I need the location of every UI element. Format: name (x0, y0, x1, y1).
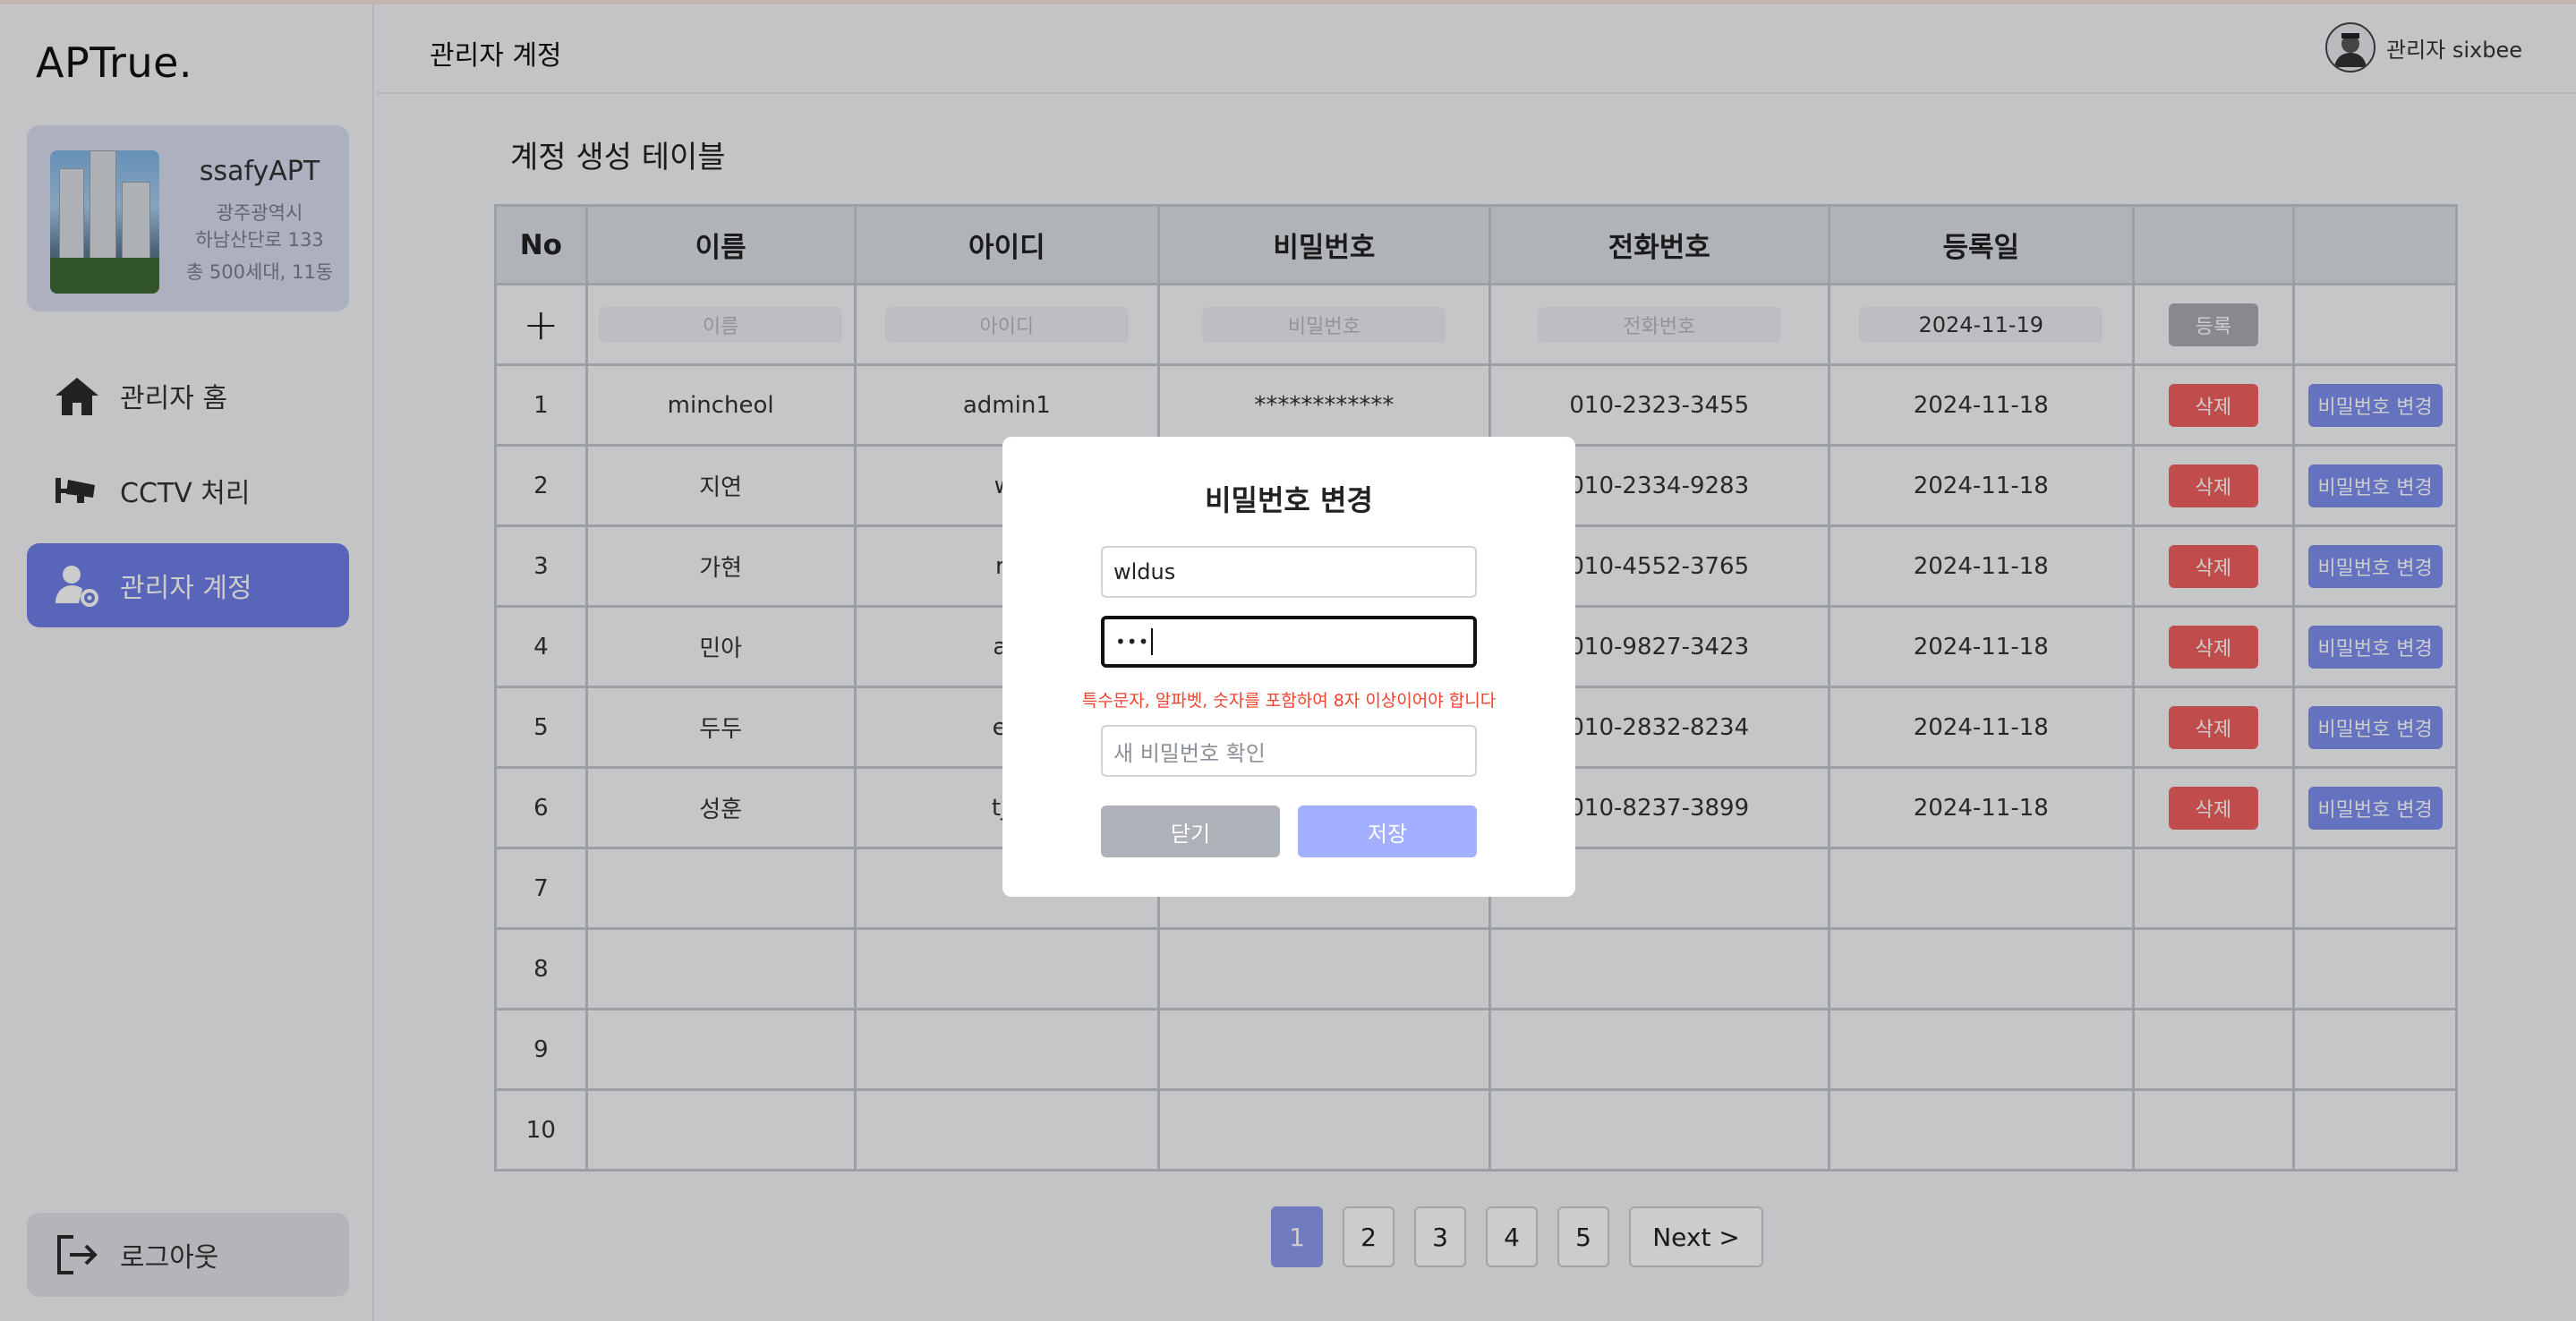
username-field[interactable]: wldus (1101, 546, 1477, 598)
password-error-message: 특수문자, 알파벳, 숫자를 포함하여 8자 이상이어야 합니다 (1081, 691, 1497, 711)
text-caret (1151, 628, 1154, 655)
save-button[interactable]: 저장 (1298, 805, 1477, 857)
new-password-field[interactable]: ••• (1101, 616, 1477, 668)
modal-title: 비밀번호 변경 (1205, 483, 1373, 517)
username-value: wldus (1113, 559, 1176, 584)
confirm-password-placeholder: 새 비밀번호 확인 (1113, 740, 1266, 766)
confirm-password-field[interactable]: 새 비밀번호 확인 (1101, 725, 1477, 777)
change-password-modal: 비밀번호 변경 wldus ••• 특수문자, 알파벳, 숫자를 포함하여 8자… (1002, 437, 1575, 897)
close-button[interactable]: 닫기 (1101, 805, 1280, 857)
new-password-value: ••• (1115, 631, 1150, 652)
